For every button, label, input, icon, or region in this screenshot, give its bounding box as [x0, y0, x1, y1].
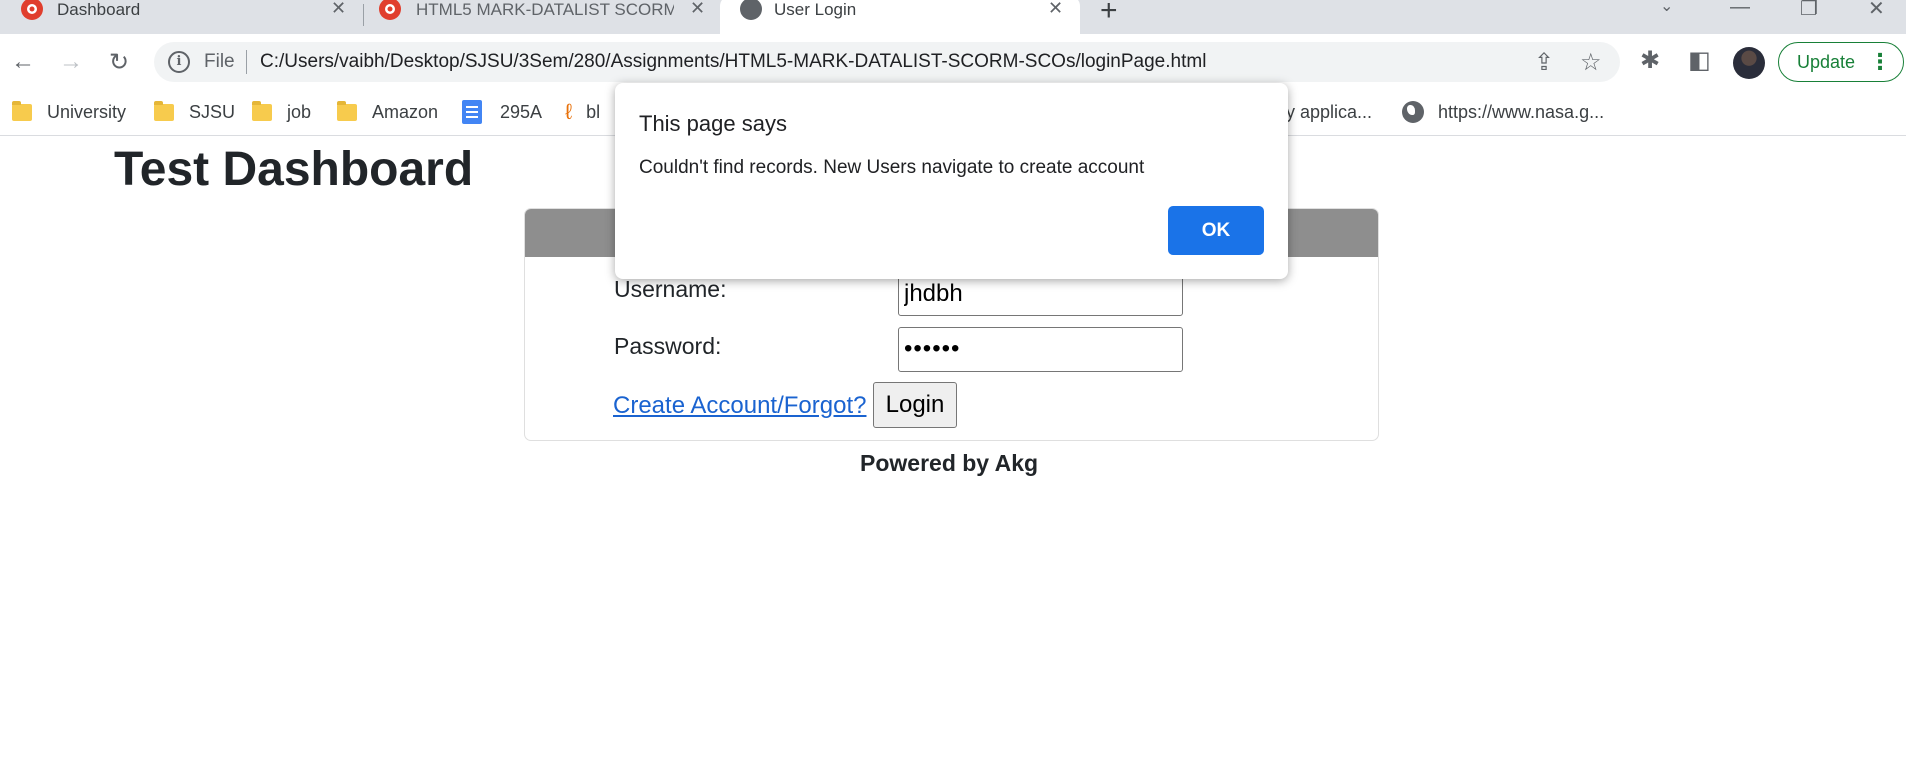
- dialog-message: Couldn't find records. New Users navigat…: [639, 157, 1145, 178]
- minimize-icon[interactable]: —: [1730, 0, 1750, 19]
- folder-icon: [154, 100, 174, 121]
- bookmark-label: ly applica...: [1282, 101, 1373, 122]
- tab-close-icon[interactable]: ✕: [690, 0, 705, 19]
- tab-label: User Login: [774, 0, 857, 19]
- omnibox-divider: [246, 50, 247, 74]
- tab-dashboard[interactable]: Dashboard ✕: [0, 0, 356, 34]
- bookmark-295a[interactable]: 295A: [462, 97, 542, 127]
- extensions-icon[interactable]: ✱: [1640, 46, 1660, 75]
- tab-html5-mark-datalist[interactable]: HTML5 MARK-DATALIST SCORM ✕: [364, 0, 720, 34]
- bookmark-nasa[interactable]: https://www.nasa.g...: [1402, 97, 1604, 127]
- bookmark-job[interactable]: job: [252, 97, 311, 127]
- docs-icon: [462, 100, 482, 124]
- bookmark-star-icon[interactable]: ☆: [1580, 48, 1602, 77]
- tab-close-icon[interactable]: ✕: [1048, 0, 1063, 19]
- tab-label: Dashboard: [57, 0, 141, 19]
- update-label: Update: [1797, 51, 1856, 72]
- tab-close-icon[interactable]: ✕: [331, 0, 346, 19]
- tab-search-icon[interactable]: ⌄: [1660, 0, 1673, 16]
- new-tab-icon[interactable]: +: [1100, 0, 1118, 28]
- bookmark-amazon[interactable]: Amazon: [337, 97, 438, 127]
- bookmark-label: bl: [586, 101, 601, 122]
- bookmark-label: job: [287, 101, 312, 122]
- page-title: Test Dashboard: [114, 143, 474, 196]
- bookmark-label: Amazon: [372, 101, 439, 122]
- menu-dots-icon: ⋮: [1869, 49, 1891, 74]
- footer-text: Powered by Akg: [860, 450, 1039, 476]
- info-icon[interactable]: i: [168, 51, 190, 73]
- bookmark-bl[interactable]: ℓ bl: [565, 97, 600, 127]
- folder-icon: [252, 100, 272, 121]
- folder-icon: [337, 100, 357, 121]
- site-icon: ℓ: [565, 99, 573, 124]
- bookmark-sjsu[interactable]: SJSU: [154, 97, 235, 127]
- folder-icon: [12, 100, 32, 121]
- close-window-icon[interactable]: ✕: [1868, 0, 1885, 21]
- password-label: Password:: [614, 333, 722, 359]
- share-icon[interactable]: ⇪: [1534, 48, 1554, 77]
- back-arrow-icon[interactable]: ←: [8, 47, 38, 77]
- create-account-link[interactable]: Create Account/Forgot?: [613, 392, 866, 420]
- alert-dialog: This page says Couldn't find records. Ne…: [615, 83, 1288, 279]
- password-mask: ••••••: [904, 335, 961, 362]
- tab-user-login[interactable]: User Login ✕: [720, 0, 1080, 34]
- bookmark-label: https://www.nasa.g...: [1438, 101, 1605, 122]
- update-button[interactable]: Update ⋮: [1778, 42, 1904, 82]
- bookmark-applica[interactable]: ly applica...: [1282, 97, 1372, 127]
- url-text[interactable]: C:/Users/vaibh/Desktop/SJSU/3Sem/280/Ass…: [260, 51, 1206, 73]
- profile-avatar[interactable]: [1733, 47, 1765, 79]
- university-logo-icon: [21, 0, 43, 20]
- reload-icon[interactable]: ↻: [104, 47, 134, 77]
- bookmark-label: University: [47, 101, 127, 122]
- tab-strip: Dashboard ✕ HTML5 MARK-DATALIST SCORM ✕ …: [0, 0, 1906, 34]
- restore-icon[interactable]: ❐: [1800, 0, 1818, 21]
- username-label: Username:: [614, 276, 727, 302]
- login-button[interactable]: Login: [873, 382, 957, 428]
- university-logo-icon: [379, 0, 401, 20]
- bookmark-label: SJSU: [189, 101, 236, 122]
- address-bar[interactable]: i File C:/Users/vaibh/Desktop/SJSU/3Sem/…: [154, 42, 1620, 82]
- globe-icon: [740, 0, 762, 20]
- scheme-label: File: [204, 51, 235, 72]
- side-panel-icon[interactable]: ◧: [1688, 46, 1711, 75]
- password-input[interactable]: ••••••: [898, 327, 1183, 372]
- globe-icon: [1402, 101, 1424, 123]
- forward-arrow-icon[interactable]: →: [56, 47, 86, 77]
- ok-button[interactable]: OK: [1168, 206, 1264, 255]
- bookmark-university[interactable]: University: [12, 97, 126, 127]
- tab-label: HTML5 MARK-DATALIST SCORM: [416, 0, 674, 19]
- bookmark-label: 295A: [500, 101, 543, 122]
- browser-toolbar: ← → ↻ i File C:/Users/vaibh/Desktop/SJSU…: [0, 34, 1906, 90]
- dialog-title: This page says: [639, 111, 787, 136]
